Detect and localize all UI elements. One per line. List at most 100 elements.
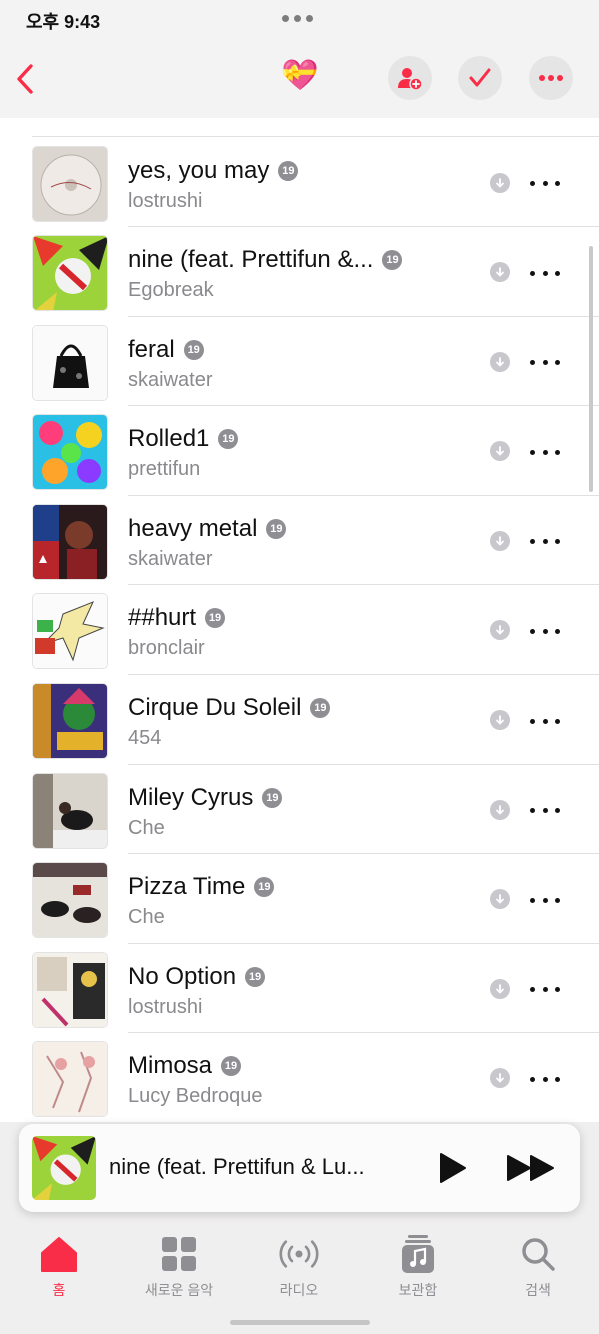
album-artwork	[32, 145, 108, 222]
row-more-button[interactable]	[530, 714, 560, 728]
tab-home[interactable]: 홈	[4, 1234, 114, 1304]
status-bar: 오후 9:43	[0, 0, 599, 40]
song-artist: Lucy Bedroque	[128, 1085, 263, 1108]
explicit-badge: 19	[254, 877, 275, 898]
song-title-line: Cirque Du Soleil 19	[128, 693, 331, 723]
song-title-line: heavy metal 19	[128, 514, 287, 544]
explicit-badge: 19	[262, 787, 283, 808]
album-artwork	[32, 951, 108, 1028]
download-icon[interactable]	[490, 1068, 510, 1089]
tab-radio[interactable]: 라디오	[244, 1234, 354, 1304]
row-more-button[interactable]	[530, 624, 560, 638]
row-more-button[interactable]	[530, 266, 560, 280]
album-artwork	[32, 683, 108, 759]
song-title: Pizza Time	[128, 873, 246, 901]
download-icon[interactable]	[490, 978, 510, 999]
song-title-line: nine (feat. Prettifun &... 19	[128, 245, 403, 275]
explicit-badge: 19	[183, 339, 204, 360]
song-row[interactable]: Rolled1 19 prettifun	[0, 406, 599, 496]
now-playing-title[interactable]: nine (feat. Prettifun & Lu...	[109, 1154, 409, 1180]
song-artist: Egobreak	[128, 279, 214, 301]
row-more-button[interactable]	[530, 535, 560, 549]
download-icon[interactable]	[490, 530, 510, 551]
download-icon[interactable]	[490, 889, 510, 910]
play-button[interactable]	[433, 1150, 469, 1186]
song-title: nine (feat. Prettifun &...	[128, 246, 374, 273]
song-row[interactable]: Mimosa 19 Lucy Bedroque	[0, 1033, 599, 1122]
song-title-line: feral 19	[128, 335, 204, 365]
download-icon[interactable]	[490, 799, 510, 820]
playlist-emoji: 💝	[281, 59, 319, 92]
song-row[interactable]: feral 19 skaiwater	[0, 317, 599, 407]
fast-forward-icon	[507, 1155, 554, 1181]
album-artwork	[32, 503, 108, 580]
song-title-line: Miley Cyrus 19	[128, 783, 283, 813]
row-more-button[interactable]	[530, 445, 560, 459]
song-row[interactable]: Pizza Time 19 Che	[0, 854, 599, 944]
song-title: feral	[128, 335, 175, 363]
library-music-icon	[402, 1235, 434, 1273]
download-icon[interactable]	[490, 441, 510, 462]
home-indicator[interactable]	[230, 1320, 370, 1325]
song-title-line: Mimosa 19	[128, 1051, 242, 1081]
play-icon	[440, 1153, 466, 1183]
song-title: Mimosa	[128, 1052, 213, 1080]
back-button[interactable]	[10, 60, 40, 98]
song-row[interactable]: nine (feat. Prettifun &... 19 Egobreak	[0, 227, 599, 317]
select-button[interactable]	[458, 56, 502, 100]
multitasking-dots-icon[interactable]	[282, 15, 313, 22]
download-icon[interactable]	[490, 172, 510, 193]
song-row[interactable]: heavy metal 19 skaiwater	[0, 496, 599, 586]
album-artwork	[32, 324, 108, 401]
song-artist: Che	[128, 906, 165, 929]
nav-bar: 💝	[0, 40, 599, 119]
explicit-badge: 19	[382, 250, 403, 270]
song-title: yes, you may	[128, 156, 270, 184]
row-more-button[interactable]	[530, 356, 560, 370]
album-artwork	[32, 1041, 108, 1118]
download-icon[interactable]	[490, 262, 510, 282]
next-track-button[interactable]	[505, 1152, 557, 1184]
more-options-button[interactable]	[529, 56, 573, 100]
song-row[interactable]: ##hurt 19 bronclair	[0, 585, 599, 675]
song-title-line: yes, you may 19	[128, 156, 299, 186]
album-artwork	[32, 414, 108, 491]
song-title: heavy metal	[128, 514, 258, 542]
song-row[interactable]: No Option 19 lostrushi	[0, 944, 599, 1034]
now-playing-artwork[interactable]	[32, 1136, 96, 1200]
row-more-button[interactable]	[530, 804, 560, 818]
tab-new-music[interactable]: 새로운 음악	[124, 1234, 234, 1304]
song-title-line: ##hurt 19	[128, 603, 226, 633]
download-icon[interactable]	[490, 351, 510, 372]
album-artwork	[32, 772, 108, 849]
row-more-button[interactable]	[530, 983, 560, 997]
tab-label: 라디오	[279, 1282, 319, 1298]
scroll-indicator[interactable]	[589, 246, 593, 492]
add-collaborator-button[interactable]	[388, 56, 432, 100]
row-more-button[interactable]	[530, 893, 560, 907]
chevron-left-icon	[17, 64, 33, 94]
ellipsis-icon	[539, 75, 563, 81]
tab-search[interactable]: 검색	[483, 1234, 593, 1304]
tab-label: 검색	[525, 1282, 551, 1298]
song-row[interactable]: Miley Cyrus 19 Che	[0, 765, 599, 855]
tab-bar: 홈 새로운 음악 라디오 보관함 검색	[0, 1228, 599, 1308]
tab-library[interactable]: 보관함	[363, 1234, 473, 1304]
radio-waves-icon	[279, 1240, 319, 1268]
download-icon[interactable]	[490, 710, 510, 730]
tab-label: 보관함	[398, 1282, 438, 1298]
row-more-button[interactable]	[530, 1072, 560, 1086]
mini-player[interactable]: nine (feat. Prettifun & Lu...	[19, 1124, 580, 1212]
grid-icon	[162, 1237, 196, 1271]
explicit-badge: 19	[245, 966, 266, 987]
song-artist: skaiwater	[128, 547, 213, 570]
song-row[interactable]: Cirque Du Soleil 19 454	[0, 675, 599, 765]
explicit-badge: 19	[278, 160, 299, 181]
download-icon[interactable]	[490, 620, 510, 641]
person-add-icon	[398, 68, 423, 90]
song-artist: 454	[128, 727, 162, 749]
song-title-line: No Option 19	[128, 962, 266, 992]
song-list[interactable]: yes, you may 19 lostrushi nine (feat. Pr…	[0, 118, 599, 1122]
song-row[interactable]: yes, you may 19 lostrushi	[0, 138, 599, 228]
row-more-button[interactable]	[530, 177, 560, 191]
